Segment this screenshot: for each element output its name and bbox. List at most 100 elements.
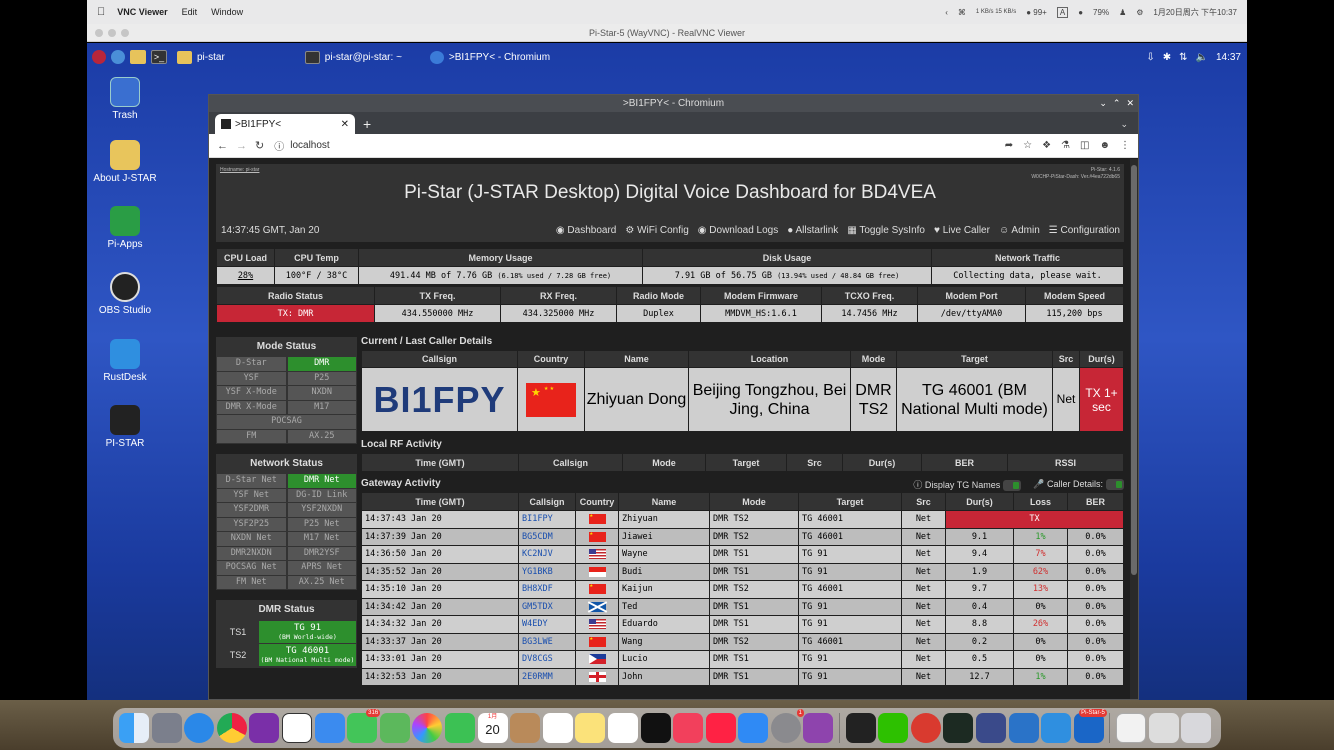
- caller-details-toggle[interactable]: [1106, 479, 1124, 491]
- vnc-window-titlebar[interactable]: Pi-Star-5 (WayVNC) - RealVNC Viewer: [87, 24, 1247, 42]
- terminal-icon[interactable]: >_: [151, 50, 167, 64]
- voice-memos-icon[interactable]: [976, 713, 1007, 743]
- chromium-window[interactable]: >BI1FPY< - Chromium ⌄ ⌃ ✕ >BI1FPY< ✕ + ⌄…: [208, 94, 1139, 700]
- maximize-icon[interactable]: ⌃: [1113, 95, 1121, 112]
- nav-live-caller[interactable]: ♥ Live Caller: [934, 225, 990, 236]
- battery-indicator[interactable]: 79%: [1093, 8, 1109, 17]
- address-bar[interactable]: ⓘ localhost: [274, 138, 329, 153]
- chrome-icon[interactable]: [216, 713, 247, 743]
- input-method-icon[interactable]: A: [1056, 6, 1069, 18]
- menu-window[interactable]: Window: [211, 7, 243, 17]
- volume-icon[interactable]: 🔈: [1196, 52, 1208, 63]
- trash-icon[interactable]: [1181, 713, 1212, 743]
- safari-icon[interactable]: [184, 713, 215, 743]
- apple-tv-icon[interactable]: [640, 713, 671, 743]
- gw-callsign-link[interactable]: KC2NJV: [518, 545, 576, 564]
- file-manager-icon[interactable]: [130, 50, 146, 64]
- hostname-link[interactable]: Hostname: pi-star: [220, 167, 259, 173]
- menu-app-name[interactable]: VNC Viewer: [117, 7, 167, 17]
- launchpad-icon[interactable]: [151, 713, 182, 743]
- lc-callsign[interactable]: BI1FPY: [361, 367, 518, 432]
- menubar-clock[interactable]: 1月20日周六 下午10:37: [1153, 7, 1237, 18]
- contacts-icon[interactable]: [510, 713, 541, 743]
- display-tg-names-option[interactable]: ⓘ Display TG Names: [913, 478, 1022, 492]
- share-icon[interactable]: ➦: [1005, 140, 1013, 151]
- bluetooth-icon[interactable]: ✱: [1163, 52, 1171, 63]
- nav-wifi-config[interactable]: ⚙ WiFi Config: [625, 225, 688, 236]
- finder-icon[interactable]: [119, 713, 149, 743]
- feedback-icon[interactable]: [803, 713, 834, 743]
- close-icon[interactable]: ✕: [1126, 95, 1134, 112]
- rustdesk-icon[interactable]: [1041, 713, 1072, 743]
- back-icon[interactable]: ←: [217, 140, 228, 152]
- browser-tab[interactable]: >BI1FPY< ✕: [215, 114, 355, 134]
- document-icon[interactable]: [1116, 713, 1146, 743]
- nav-admin[interactable]: ☺ Admin: [999, 225, 1040, 236]
- desktop-icon-about-jstar[interactable]: About J-STAR: [87, 140, 163, 184]
- lab-icon[interactable]: ⚗: [1061, 140, 1070, 151]
- forward-icon[interactable]: →: [236, 140, 247, 152]
- notes-icon[interactable]: [575, 713, 606, 743]
- wifi-icon[interactable]: ●: [1078, 8, 1083, 17]
- task-terminal[interactable]: pi-star@pi-star: ~: [304, 50, 402, 64]
- gw-callsign-link[interactable]: BG5CDM: [518, 527, 576, 546]
- nav-download-logs[interactable]: ◉ Download Logs: [698, 225, 778, 236]
- wechat-icon[interactable]: [878, 713, 909, 743]
- music-icon[interactable]: [673, 713, 704, 743]
- user-icon[interactable]: ♟: [1119, 8, 1126, 17]
- caller-details-option[interactable]: 🎤 Caller Details:: [1033, 479, 1124, 491]
- mail-icon[interactable]: [314, 713, 345, 743]
- task-file-manager[interactable]: pi-star: [177, 50, 225, 64]
- scrollbar-thumb[interactable]: [1131, 165, 1137, 575]
- freeform-icon[interactable]: [607, 713, 638, 743]
- maps-icon[interactable]: [379, 713, 410, 743]
- downloads-stack-icon[interactable]: [1148, 713, 1179, 743]
- task-chromium[interactable]: >BI1FPY< - Chromium: [429, 50, 550, 64]
- page-scrollbar[interactable]: [1130, 159, 1138, 699]
- command-icon[interactable]: ⌘: [958, 8, 966, 17]
- gw-callsign-link[interactable]: DV8CGS: [518, 650, 576, 669]
- close-window-button[interactable]: [95, 29, 103, 37]
- page-content[interactable]: Hostname: pi-star Pi-Star: 4.1.6 W0CHP-P…: [209, 159, 1131, 699]
- remote-desktop[interactable]: >_ pi-star pi-star@pi-star: ~ >BI1FPY< -…: [87, 43, 1247, 700]
- reminders-icon[interactable]: [542, 713, 573, 743]
- reload-icon[interactable]: ↻: [255, 139, 264, 152]
- terminal-icon[interactable]: [845, 713, 876, 743]
- calendar-icon[interactable]: 1月 20: [477, 713, 508, 743]
- minimize-icon[interactable]: ⌄: [1099, 95, 1107, 112]
- tab-search-icon[interactable]: ⌄: [1120, 119, 1128, 130]
- gw-callsign-link[interactable]: BI1FPY: [518, 510, 576, 529]
- nav-allstarlink[interactable]: ● Allstarlink: [787, 225, 838, 236]
- gw-callsign-link[interactable]: BH8XDF: [518, 580, 576, 599]
- news-icon[interactable]: [705, 713, 736, 743]
- tg-names-toggle[interactable]: [1003, 480, 1022, 492]
- activity-monitor-icon[interactable]: [943, 713, 974, 743]
- network-icon[interactable]: ⇅: [1179, 52, 1187, 63]
- gw-callsign-link[interactable]: GM5TDX: [518, 597, 576, 616]
- gw-callsign-link[interactable]: 2E0RMM: [518, 667, 576, 686]
- remote-desktop-icon[interactable]: [1008, 713, 1039, 743]
- close-tab-icon[interactable]: ✕: [341, 119, 349, 130]
- gw-callsign-link[interactable]: W4EDY: [518, 615, 576, 634]
- desktop-icon-pistar[interactable]: PI-STAR: [87, 405, 163, 449]
- new-tab-button[interactable]: +: [363, 116, 371, 132]
- download-icon[interactable]: ⇩: [1146, 52, 1154, 63]
- chevron-left-icon[interactable]: ‹: [945, 8, 948, 17]
- control-center-icon[interactable]: ⚙: [1136, 8, 1143, 17]
- gw-callsign-link[interactable]: YG1BKB: [518, 562, 576, 581]
- onenote-icon[interactable]: [249, 713, 280, 743]
- vnc-viewer-icon[interactable]: Pi-Star-5: [1073, 709, 1107, 743]
- desktop-icon-pi-apps[interactable]: Pi-Apps: [87, 206, 163, 250]
- nav-toggle-sysinfo[interactable]: ▦ Toggle SysInfo: [847, 225, 925, 236]
- no-entry-icon[interactable]: [910, 713, 941, 743]
- nav-configuration[interactable]: ☰ Configuration: [1049, 225, 1120, 236]
- taskbar-clock[interactable]: 14:37: [1216, 52, 1241, 63]
- desktop-icon-obs[interactable]: OBS Studio: [87, 272, 163, 316]
- photos-icon[interactable]: [412, 713, 443, 743]
- minimize-window-button[interactable]: [108, 29, 116, 37]
- chromium-titlebar[interactable]: >BI1FPY< - Chromium ⌄ ⌃ ✕: [209, 95, 1138, 112]
- menu-edit[interactable]: Edit: [182, 7, 198, 17]
- messages-icon[interactable]: 316: [347, 709, 381, 743]
- menu-kebab-icon[interactable]: ⋮: [1120, 140, 1130, 151]
- gw-callsign-link[interactable]: BG3LWE: [518, 632, 576, 651]
